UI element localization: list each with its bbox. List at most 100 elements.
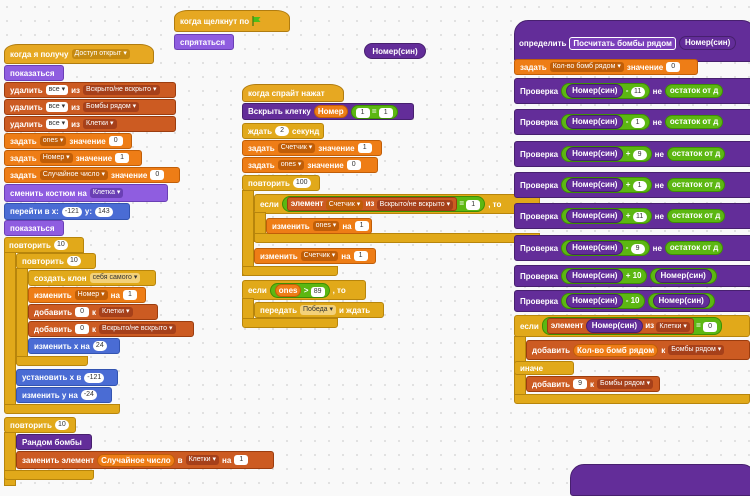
when-sprite-clicked-hat[interactable]: когда спрайт нажат [242,84,344,102]
random-bombs-block[interactable]: Рандом бомбы [16,434,92,450]
message-dropdown[interactable]: Доступ открыт [71,49,130,59]
mod-op[interactable]: остаток от д [664,241,724,255]
arith-op[interactable]: Номер(син) + 10 [561,268,647,284]
add-hidden-block[interactable]: добавить 0 к Вскрыто/не вскрыто [28,321,194,337]
mod-op[interactable]: остаток от д [666,147,726,161]
variable-dropdown[interactable]: Счетчик [300,251,339,261]
delete-block-2[interactable]: удалить все из Бомбы рядом [4,99,176,115]
value-input[interactable]: 89 [310,286,325,297]
clone-dropdown[interactable]: себя самого [89,273,141,283]
set-count-block[interactable]: задать Кол-во бомб рядом значение 0 [514,59,698,75]
value-input[interactable]: 1 [378,107,393,118]
check-row-6[interactable]: Проверка Номер(син) - 9 не остаток от д [514,235,750,261]
variable-dropdown[interactable]: Кол-во бомб рядом [549,62,624,72]
arith-op[interactable]: Номер(син) - 1 [561,114,650,130]
y-step-input[interactable]: -24 [80,390,97,400]
value-input[interactable]: 1 [354,221,369,231]
compare-op[interactable]: Номер(син) [649,268,717,284]
when-receive-hat[interactable]: когда я получу Доступ открыт [4,44,154,64]
x-step-input[interactable]: 24 [92,341,107,351]
item-reporter[interactable]: элемент Номер(син) из Клетки [546,318,694,334]
value-input[interactable]: 0 [75,307,90,317]
change-x-block[interactable]: изменить x на 24 [28,338,120,354]
value-input[interactable]: 0 [150,170,165,180]
value-input[interactable]: 0 [666,62,681,72]
random-reporter[interactable]: Случайное число [97,453,175,467]
repeat-count[interactable]: 10 [53,240,68,250]
replace-item-block[interactable]: заменить элемент Случайное число в Клетк… [16,451,274,469]
arith-op[interactable]: Номер(син) + 9 [561,146,652,162]
check-row-4[interactable]: Проверка Номер(син) + 1 не остаток от д [514,172,750,198]
x-input[interactable]: -121 [84,372,105,383]
repeat-bombs[interactable]: повторить 10 [4,417,76,433]
check-row-7[interactable]: Проверка Номер(син) + 10 Номер(син) [514,265,750,287]
repeat-count[interactable]: 10 [66,256,81,266]
set-num-block[interactable]: задать Номер значение 1 [4,150,142,166]
add-cells-block[interactable]: добавить 0 к Клетки [28,304,158,320]
variable-dropdown[interactable]: Номер [74,290,108,300]
index-dropdown[interactable]: все [45,85,69,95]
mod-op[interactable]: остаток от д [664,115,724,129]
broadcast-wait-block[interactable]: передать Победа и ждать [254,302,384,318]
change-counter-block[interactable]: изменить Счетчик на 1 [254,248,376,264]
mod-op[interactable]: остаток от д [666,178,726,192]
value-input[interactable]: 0 [703,322,718,332]
repeat-count[interactable]: 10 [54,420,69,430]
value-input[interactable]: 1 [122,290,137,300]
set-counter-block[interactable]: задать Счетчик значение 1 [242,140,382,156]
message-dropdown[interactable]: Победа [299,305,337,315]
create-clone-block[interactable]: создать клон себя самого [28,270,156,286]
mod-op[interactable]: остаток от д [664,84,724,98]
hide-block[interactable]: спрятаться [174,34,234,50]
add-nine-block[interactable]: добавить 9 к Бомбы рядом [526,376,660,392]
index-dropdown[interactable]: все [45,119,69,129]
value-input[interactable]: 1 [353,251,368,261]
item-reporter[interactable]: элемент Счетчик из Вскрыто/не вскрыто [286,197,458,211]
param-reporter[interactable]: Номер(син) [678,36,737,50]
value-input[interactable]: 1 [355,107,370,118]
delete-block-3[interactable]: удалить все из Клетки [4,116,176,132]
wait-block[interactable]: ждать 2 секунд [242,123,324,139]
if-element-block[interactable]: если элемент Счетчик из Вскрыто/не вскры… [254,194,540,214]
check-row-3[interactable]: Проверка Номер(син) + 9 не остаток от д [514,141,750,167]
y-input[interactable]: 143 [95,206,113,217]
show-block-2[interactable]: показаться [4,220,64,236]
repeat-count[interactable]: 100 [292,178,311,188]
list-dropdown[interactable]: Вскрыто/не вскрыто [99,324,176,334]
goto-xy-block[interactable]: перейти в x: -121 y: 143 [4,203,130,220]
arith-op[interactable]: Номер(син) - 10 [561,293,645,309]
arith-op[interactable]: Номер(син) + 1 [561,177,652,193]
switch-costume-block[interactable]: сменить костюм на Клетка [4,184,168,202]
if-win-block[interactable]: если ones > 89 , то [242,280,366,300]
arith-op[interactable]: Номер(син) + 11 [561,208,652,224]
change-num-block[interactable]: изменить Номер на 1 [28,287,146,303]
equals-operator[interactable]: 1 = 1 [350,104,398,119]
list-dropdown[interactable]: Бомбы рядом [668,345,725,355]
equals-operator[interactable]: элемент Номер(син) из Клетки = 0 [541,317,723,335]
list-dropdown[interactable]: Бомбы рядом [597,379,654,389]
value-input[interactable]: 1 [357,143,372,153]
count-reporter[interactable]: Кол-во бомб рядом [573,343,659,357]
check-row-5[interactable]: Проверка Номер(син) + 11 не остаток от д [514,203,750,229]
compare-op[interactable]: Номер(син) [647,293,715,309]
repeat-inner[interactable]: повторить 10 [16,253,96,269]
check-row-1[interactable]: Проверка Номер(син) - 11 не остаток от д [514,78,750,104]
list-dropdown[interactable]: Вскрыто/не вскрыто [83,85,160,95]
arith-op[interactable]: Номер(син) - 11 [561,83,650,99]
equals-operator[interactable]: элемент Счетчик из Вскрыто/не вскрыто = … [281,196,486,212]
set-ones-block-2[interactable]: задать ones значение 0 [242,157,378,173]
arith-op[interactable]: Номер(син) - 9 [561,240,650,256]
variable-dropdown[interactable]: Номер [39,153,73,163]
set-x-block[interactable]: установить x в -121 [16,369,118,386]
list-dropdown[interactable]: Клетки [83,119,117,129]
variable-dropdown[interactable]: ones [277,160,305,170]
define-name[interactable]: Посчитать бомбы рядом [569,36,676,50]
check-row-8[interactable]: Проверка Номер(син) - 10 Номер(син) [514,290,750,312]
value-input[interactable]: 0 [75,324,90,334]
repeat-100[interactable]: повторить 100 [242,175,320,191]
value-input[interactable]: 9 [573,379,588,389]
list-dropdown[interactable]: Бомбы рядом [83,102,140,112]
list-dropdown[interactable]: Клетки [185,455,220,465]
when-flag-hat[interactable]: когда щелкнут по [174,10,290,32]
change-y-block[interactable]: изменить y на -24 [16,387,112,403]
